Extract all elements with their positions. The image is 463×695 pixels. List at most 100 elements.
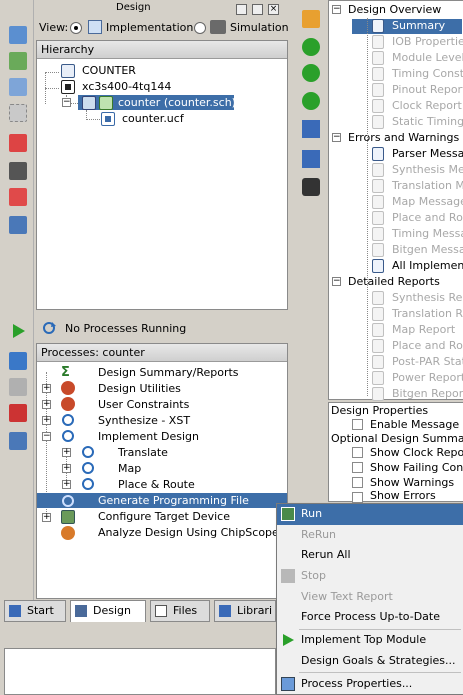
expand-user-constraints[interactable]: + [42, 400, 51, 409]
expand-synthesize[interactable]: + [42, 416, 51, 425]
expand-configure-target[interactable]: + [42, 513, 51, 522]
overview-report-item[interactable]: Bitgen Messa [352, 243, 463, 258]
show-clock-checkbox[interactable] [352, 447, 363, 458]
show-errors-label[interactable]: Show Errors [370, 489, 436, 502]
stop-icon [281, 569, 295, 583]
checklist-icon[interactable] [9, 188, 27, 206]
enable-message-label[interactable]: Enable Message F [370, 418, 463, 431]
menu-item-design-goals[interactable]: Design Goals & Strategies... [277, 651, 463, 672]
show-warnings-checkbox[interactable] [352, 477, 363, 488]
process-translate[interactable]: Translate [118, 446, 168, 459]
overview-folder[interactable]: − Design Overview [332, 3, 462, 18]
hierarchy-item-counter-sch[interactable]: counter (counter.sch) [118, 96, 236, 109]
menu-item-implement-top-module[interactable]: Implement Top Module [277, 630, 463, 651]
overview-folder[interactable]: − Detailed Reports [332, 275, 462, 290]
overview-report-item[interactable]: Place and Ro [352, 339, 463, 354]
overview-report-item[interactable]: Timing Constr [352, 67, 463, 82]
overview-report-item[interactable]: Parser Messa [352, 147, 463, 162]
overview-report-item[interactable]: Timing Messa [352, 227, 463, 242]
overview-report-item[interactable]: Module Level [352, 51, 463, 66]
process-design-utilities[interactable]: Design Utilities [98, 382, 181, 395]
process-design-summary[interactable]: Design Summary/Reports [98, 366, 239, 379]
simulation-radio[interactable] [194, 22, 206, 34]
show-clock-label[interactable]: Show Clock Repo [370, 446, 463, 459]
hierarchy-item-device[interactable]: xc3s400-4tq144 [82, 80, 171, 93]
overview-report-item[interactable]: Power Report [352, 371, 463, 386]
simulation-label[interactable]: Simulation [230, 21, 289, 34]
show-errors-checkbox[interactable] [352, 492, 363, 503]
overview-report-item[interactable]: Post-PAR Stati [352, 355, 463, 370]
overview-report-item[interactable]: Place and Ro [352, 211, 463, 226]
hierarchy-item-ucf[interactable]: counter.ucf [122, 112, 184, 125]
overview-report-item[interactable]: Map Report [352, 323, 462, 338]
list-icon[interactable] [302, 150, 320, 168]
process-check-icon[interactable] [9, 404, 27, 422]
tab-libraries[interactable]: Librari [214, 600, 276, 622]
close-icon[interactable]: × [268, 4, 279, 15]
menu-item-process-properties[interactable]: Process Properties... [277, 674, 463, 695]
menu-item-force-up-to-date[interactable]: Force Process Up-to-Date [277, 607, 463, 628]
overview-report-item[interactable]: Bitgen Report [352, 387, 463, 402]
show-failing-label[interactable]: Show Failing Con [370, 461, 463, 474]
overview-report-item[interactable]: Clock Report [352, 99, 462, 114]
overview-report-item[interactable]: Synthesis Rep [352, 291, 463, 306]
process-generate-programming-file[interactable]: Generate Programming File [98, 494, 249, 507]
add-copy-source-icon[interactable] [9, 78, 27, 96]
add-source-icon[interactable] [9, 52, 27, 70]
process-disabled-icon[interactable] [9, 378, 27, 396]
expand-translate[interactable]: + [62, 448, 71, 457]
process-configure-target-device[interactable]: Configure Target Device [98, 510, 230, 523]
new-source-icon[interactable] [9, 26, 27, 44]
overview-report-item[interactable]: Summary [352, 19, 462, 34]
overview-report-item[interactable]: IOB Properties [352, 35, 463, 50]
process-implement-design[interactable]: Implement Design [98, 430, 199, 443]
collapse-toggle[interactable]: − [332, 133, 341, 142]
expand-map[interactable]: + [62, 464, 71, 473]
forward-icon[interactable] [302, 64, 320, 82]
implementation-radio[interactable] [70, 22, 82, 34]
overview-report-item[interactable]: Pinout Report [352, 83, 463, 98]
home-icon[interactable] [302, 10, 320, 28]
overview-folder[interactable]: − Errors and Warnings [332, 131, 462, 146]
enable-message-checkbox[interactable] [352, 419, 363, 430]
process-analyze-chipscope[interactable]: Analyze Design Using ChipScope [98, 526, 279, 539]
tab-start[interactable]: Start [4, 600, 66, 622]
run-process-icon[interactable] [9, 322, 27, 340]
chip-view-icon[interactable] [9, 162, 27, 180]
process-place-route[interactable]: Place & Route [118, 478, 195, 491]
tab-design[interactable]: Design [70, 600, 146, 622]
html-icon[interactable] [302, 120, 320, 138]
implementation-label[interactable]: Implementation [106, 21, 193, 34]
refresh-summary-icon[interactable] [302, 92, 320, 110]
show-warnings-label[interactable]: Show Warnings [370, 476, 454, 489]
menu-item-rerun-all[interactable]: Rerun All [277, 545, 463, 566]
overview-report-item[interactable]: Translation M [352, 179, 463, 194]
collapse-implement-design[interactable]: − [42, 432, 51, 441]
overview-report-item[interactable]: Synthesis Me [352, 163, 463, 178]
collapse-toggle[interactable]: − [332, 277, 341, 286]
back-icon[interactable] [302, 38, 320, 56]
process-user-constraints[interactable]: User Constraints [98, 398, 189, 411]
overview-report-item[interactable]: Map Message [352, 195, 463, 210]
expand-place-route[interactable]: + [62, 480, 71, 489]
menu-item-run[interactable]: Run [277, 504, 463, 525]
hierarchy-icon[interactable] [9, 104, 27, 122]
expand-design-utilities[interactable]: + [42, 384, 51, 393]
restore-icon[interactable] [236, 4, 247, 15]
process-map[interactable]: Map [118, 462, 141, 475]
collapse-toggle[interactable]: − [332, 5, 341, 14]
overview-report-item[interactable]: All Implemen [352, 259, 463, 274]
process-tree-icon[interactable] [9, 352, 27, 370]
tab-files[interactable]: Files [150, 600, 210, 622]
overview-report-item[interactable]: Static Timing [352, 115, 463, 130]
process-synthesize[interactable]: Synthesize - XST [98, 414, 190, 427]
binoculars-icon[interactable] [302, 178, 320, 196]
window-icon-2[interactable] [9, 432, 27, 450]
hierarchy-item-counter[interactable]: COUNTER [82, 64, 136, 77]
overview-report-item[interactable]: Translation Re [352, 307, 463, 322]
maximize-icon[interactable] [252, 4, 263, 15]
window-icon[interactable] [9, 216, 27, 234]
remove-icon[interactable] [9, 134, 27, 152]
collapse-toggle[interactable]: − [62, 98, 71, 107]
show-failing-checkbox[interactable] [352, 462, 363, 473]
